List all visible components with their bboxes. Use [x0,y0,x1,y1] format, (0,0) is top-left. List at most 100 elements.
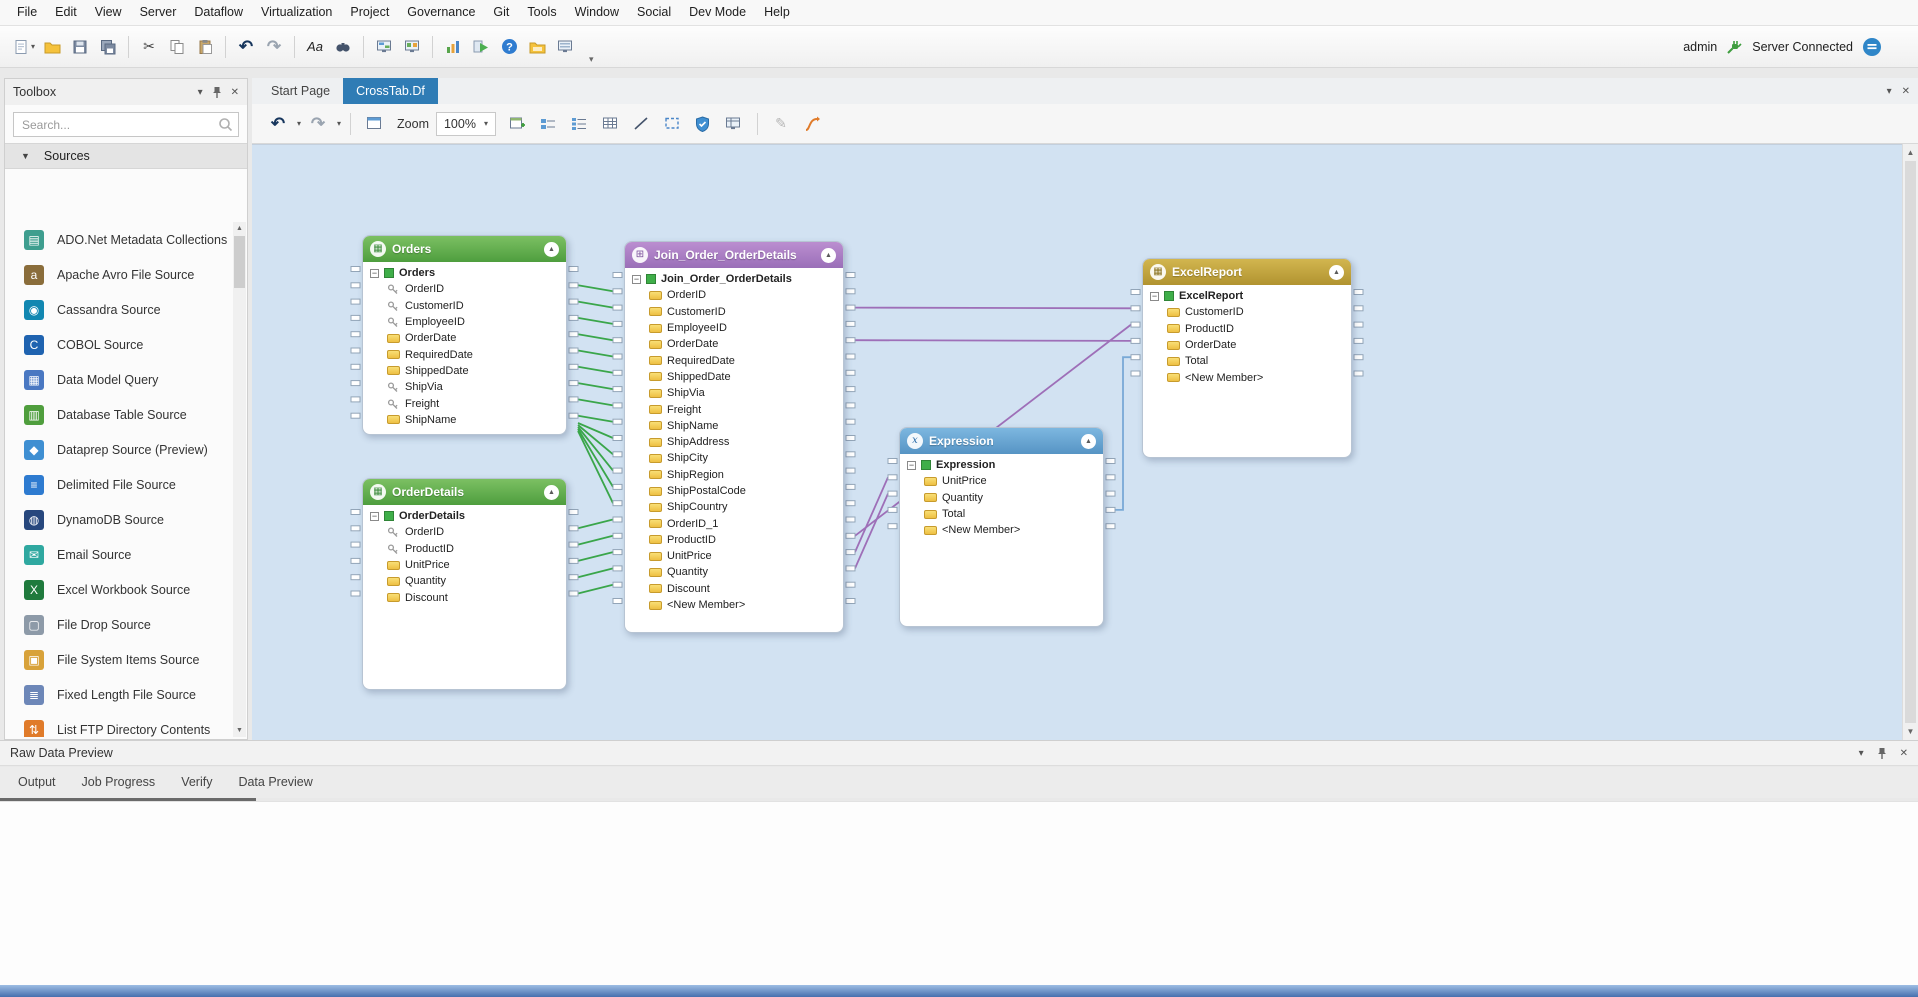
toolbox-item-email-source[interactable]: ✉Email Source [6,537,232,572]
output-port[interactable] [1354,355,1363,360]
input-port[interactable] [1131,322,1140,327]
menu-server[interactable]: Server [131,0,186,25]
output-port[interactable] [846,289,855,294]
field-row-discount[interactable]: Discount [363,589,566,605]
input-port[interactable] [351,397,360,402]
menu-dev-mode[interactable]: Dev Mode [680,0,755,25]
input-port[interactable] [888,475,897,480]
field-row-total[interactable]: Total [1143,353,1351,369]
input-port[interactable] [613,273,622,278]
output-port[interactable] [846,484,855,489]
new-workflow-button[interactable] [400,34,424,60]
node-header-orders[interactable]: ▦Orders▲ [363,236,566,262]
bottom-tab-output[interactable]: Output [8,767,66,798]
output-port[interactable] [846,533,855,538]
input-port[interactable] [351,558,360,563]
field-row-new-member[interactable]: <New Member> [900,522,1103,538]
toolbox-scrollbar[interactable]: ▲ ▼ [233,222,246,737]
field-row-shippeddate[interactable]: ShippedDate [625,369,843,385]
menu-dataflow[interactable]: Dataflow [185,0,252,25]
field-row-orderdate[interactable]: OrderDate [363,330,566,346]
field-row-productid[interactable]: ProductID [363,541,566,557]
field-row-orderid-1[interactable]: OrderID_1 [625,515,843,531]
input-port[interactable] [351,348,360,353]
field-row-shippostalcode[interactable]: ShipPostalCode [625,483,843,499]
output-port[interactable] [569,299,578,304]
toolbox-item-cassandra-source[interactable]: ◉Cassandra Source [6,292,232,327]
output-port[interactable] [1354,306,1363,311]
input-port[interactable] [613,566,622,571]
output-port[interactable] [569,413,578,418]
input-port[interactable] [351,510,360,515]
server-browser-button[interactable] [553,34,577,60]
toolbox-item-cobol-source[interactable]: CCOBOL Source [6,327,232,362]
menu-view[interactable]: View [86,0,131,25]
panel-close-icon[interactable]: ✕ [1900,748,1908,759]
bottom-tab-verify[interactable]: Verify [171,767,222,798]
save-button[interactable] [68,34,92,60]
toolbox-pin-icon[interactable] [211,86,223,99]
output-port[interactable] [846,566,855,571]
output-port[interactable] [846,370,855,375]
input-port[interactable] [351,381,360,386]
toolbox-item-file-system-items-source[interactable]: ▣File System Items Source [6,642,232,677]
menu-edit[interactable]: Edit [46,0,86,25]
input-port[interactable] [1131,371,1140,376]
input-port[interactable] [613,501,622,506]
output-port[interactable] [1354,371,1363,376]
output-port[interactable] [846,517,855,522]
field-row-quantity[interactable]: Quantity [363,573,566,589]
chat-bubble-icon[interactable] [1862,37,1882,57]
undo-button[interactable]: ↶ [234,34,258,60]
output-port[interactable] [1106,524,1115,529]
output-port[interactable] [846,321,855,326]
field-row-orderid[interactable]: OrderID [625,287,843,303]
input-port[interactable] [613,321,622,326]
field-row-orderdate[interactable]: OrderDate [1143,337,1351,353]
node-root-row-join[interactable]: −Join_Order_OrderDetails [625,271,843,287]
scrollbar-thumb[interactable] [1905,161,1916,723]
field-row-unitprice[interactable]: UnitPrice [900,473,1103,489]
field-row-new-member[interactable]: <New Member> [1143,369,1351,385]
output-port[interactable] [1106,475,1115,480]
output-port[interactable] [1106,507,1115,512]
field-row-shippeddate[interactable]: ShippedDate [363,363,566,379]
expand-collapse-icon[interactable]: − [1150,292,1159,301]
field-row-employeeid[interactable]: EmployeeID [363,314,566,330]
connection[interactable] [578,520,613,529]
field-row-shipvia[interactable]: ShipVia [363,379,566,395]
zoom-dropdown-icon[interactable]: ▾ [484,119,488,128]
raw-data-preview-panel-header[interactable]: Raw Data Preview ▾ ✕ [0,740,1918,766]
output-port[interactable] [846,436,855,441]
field-row-requireddate[interactable]: RequiredDate [363,346,566,362]
menu-governance[interactable]: Governance [398,0,484,25]
connection[interactable] [578,351,613,357]
output-port[interactable] [569,542,578,547]
connection[interactable] [578,399,613,405]
expand-collapse-icon[interactable]: − [370,512,379,521]
field-row-shipcity[interactable]: ShipCity [625,450,843,466]
input-port[interactable] [1131,290,1140,295]
output-port[interactable] [569,283,578,288]
output-port[interactable] [1106,459,1115,464]
node-root-row-expression[interactable]: −Expression [900,457,1103,473]
canvas-scrollbar[interactable]: ▲ ▼ [1902,144,1918,740]
output-port[interactable] [846,468,855,473]
scrollbar-thumb[interactable] [234,236,245,288]
input-port[interactable] [1131,306,1140,311]
output-port[interactable] [569,558,578,563]
toolbox-item-dynamodb-source[interactable]: ◍DynamoDB Source [6,502,232,537]
copy-button[interactable] [165,34,189,60]
connection[interactable] [578,383,613,389]
start-job-button[interactable] [469,34,493,60]
input-port[interactable] [613,354,622,359]
output-port[interactable] [846,338,855,343]
field-row-productid[interactable]: ProductID [1143,321,1351,337]
edit-properties-button[interactable]: ✎ [769,111,793,137]
section-collapse-icon[interactable]: ▼ [21,151,30,161]
toolbox-item-excel-workbook-source[interactable]: XExcel Workbook Source [6,572,232,607]
output-port[interactable] [569,510,578,515]
input-port[interactable] [613,484,622,489]
output-port[interactable] [569,315,578,320]
output-port[interactable] [569,397,578,402]
